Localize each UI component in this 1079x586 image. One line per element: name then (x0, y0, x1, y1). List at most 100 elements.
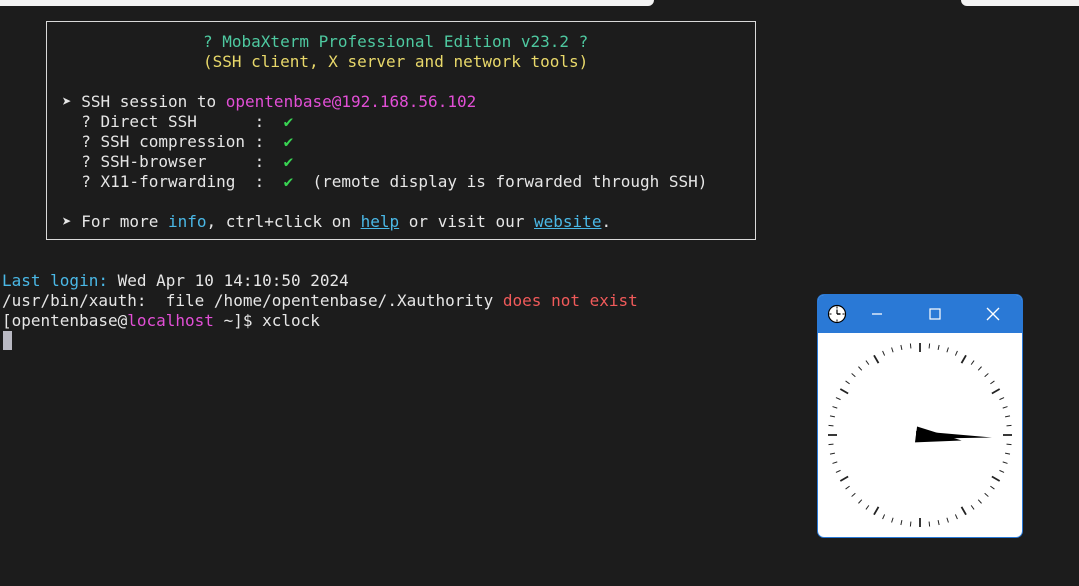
check-icon: ✔ (283, 132, 294, 151)
close-icon (986, 307, 1000, 321)
last-login-line: Last login: Wed Apr 10 14:10:50 2024 (2, 271, 349, 291)
hour-tick (873, 354, 880, 364)
minute-tick (851, 492, 856, 497)
more-end: . (601, 212, 612, 231)
hour-tick (839, 388, 849, 395)
minute-tick (832, 461, 838, 464)
minute-tick (900, 519, 903, 526)
xclock-titlebar[interactable] (818, 295, 1022, 333)
minute-tick (984, 492, 989, 497)
minute-tick (858, 366, 863, 371)
info-word: info (167, 212, 207, 231)
top-bar-left (0, 0, 654, 6)
feature-x11-forwarding: ? X11-forwarding : ✔ (remote display is … (62, 172, 707, 192)
welcome-banner: ? MobaXterm Professional Edition v23.2 ?… (46, 21, 756, 240)
minute-tick (954, 350, 958, 356)
more-prefix: ➤ For more (62, 212, 168, 231)
minute-tick (865, 505, 870, 510)
terminal-cursor[interactable] (3, 331, 12, 350)
minute-tick (891, 347, 894, 353)
minute-tick (1006, 443, 1012, 446)
top-bar-right (961, 0, 1079, 6)
help-link[interactable]: help (361, 212, 400, 231)
feature-label: ? X11-forwarding : (62, 172, 284, 191)
prompt-host: localhost (127, 311, 214, 330)
xauth-error: does not exist (502, 291, 638, 310)
hour-tick (991, 388, 1001, 395)
more-mid2: or visit our (399, 212, 535, 231)
minute-tick (984, 373, 989, 378)
hour-tick (960, 506, 967, 516)
minute-hand (915, 430, 992, 439)
check-icon: ✔ (283, 112, 294, 131)
prompt-close: ~]$ (213, 311, 263, 330)
last-login-label: Last login: (2, 271, 108, 290)
minute-tick (946, 347, 949, 353)
minute-tick (999, 397, 1005, 401)
ssh-session-line: ➤ SSH session to opentenbase@192.168.56.… (62, 92, 476, 112)
more-mid: , ctrl+click on (206, 212, 361, 231)
top-window-strip (0, 0, 1079, 8)
banner-title: ? MobaXterm Professional Edition v23.2 ? (203, 32, 589, 51)
feature-ssh-browser: ? SSH-browser : ✔ (62, 152, 293, 172)
minute-tick (851, 373, 856, 378)
minute-tick (1002, 406, 1008, 409)
xauth-prefix: /usr/bin/xauth: file /home/opentenbase/.… (2, 291, 503, 310)
typed-command: xclock (262, 311, 320, 330)
minute-tick (977, 366, 982, 371)
minute-tick (832, 406, 838, 409)
last-login-value: Wed Apr 10 14:10:50 2024 (107, 271, 349, 290)
minimize-button[interactable] (848, 295, 906, 333)
minute-tick (882, 514, 886, 520)
minute-tick (928, 343, 931, 349)
analog-clock-face (828, 343, 1012, 527)
minute-tick (909, 343, 912, 349)
minute-tick (1004, 415, 1011, 418)
minute-tick (937, 344, 940, 351)
banner-subtitle: (SSH client, X server and network tools) (203, 52, 589, 71)
more-info-line: ➤ For more info, ctrl+click on help or v… (62, 212, 611, 232)
maximize-icon (929, 308, 941, 320)
minute-tick (829, 452, 836, 455)
minute-tick (845, 485, 850, 490)
minute-tick (845, 380, 850, 385)
hour-tick (839, 475, 849, 482)
hour-tick (873, 506, 880, 516)
minimize-icon (872, 313, 882, 315)
close-button[interactable] (964, 295, 1022, 333)
minute-tick (990, 380, 995, 385)
minute-tick (1002, 461, 1008, 464)
check-icon: ✔ (283, 172, 294, 191)
minute-tick (909, 521, 912, 527)
feature-label: ? Direct SSH : (62, 112, 284, 131)
minute-tick (946, 517, 949, 523)
website-link[interactable]: website (534, 212, 601, 231)
prompt-open: [opentenbase@ (2, 311, 128, 330)
minute-tick (954, 514, 958, 520)
maximize-button[interactable] (906, 295, 964, 333)
feature-ssh-compression: ? SSH compression : ✔ (62, 132, 293, 152)
hour-tick (960, 354, 967, 364)
minute-tick (970, 505, 975, 510)
xclock-window[interactable] (817, 294, 1023, 538)
minute-tick (990, 485, 995, 490)
feature-label: ? SSH-browser : (62, 152, 284, 171)
minute-tick (900, 344, 903, 351)
check-icon: ✔ (283, 152, 294, 171)
ssh-session-prefix: ➤ SSH session to (62, 92, 226, 111)
xauth-warning-line: /usr/bin/xauth: file /home/opentenbase/.… (2, 291, 638, 311)
minute-tick (835, 469, 841, 473)
hour-tick (991, 475, 1001, 482)
minute-tick (828, 443, 834, 446)
minute-tick (891, 517, 894, 523)
minute-tick (928, 521, 931, 527)
minute-tick (999, 469, 1005, 473)
minute-tick (937, 519, 940, 526)
minute-tick (977, 499, 982, 504)
minute-tick (1004, 452, 1011, 455)
minute-tick (1006, 424, 1012, 427)
minute-tick (970, 360, 975, 365)
minute-tick (829, 415, 836, 418)
feature-note: (remote display is forwarded through SSH… (293, 172, 708, 191)
minute-tick (858, 499, 863, 504)
